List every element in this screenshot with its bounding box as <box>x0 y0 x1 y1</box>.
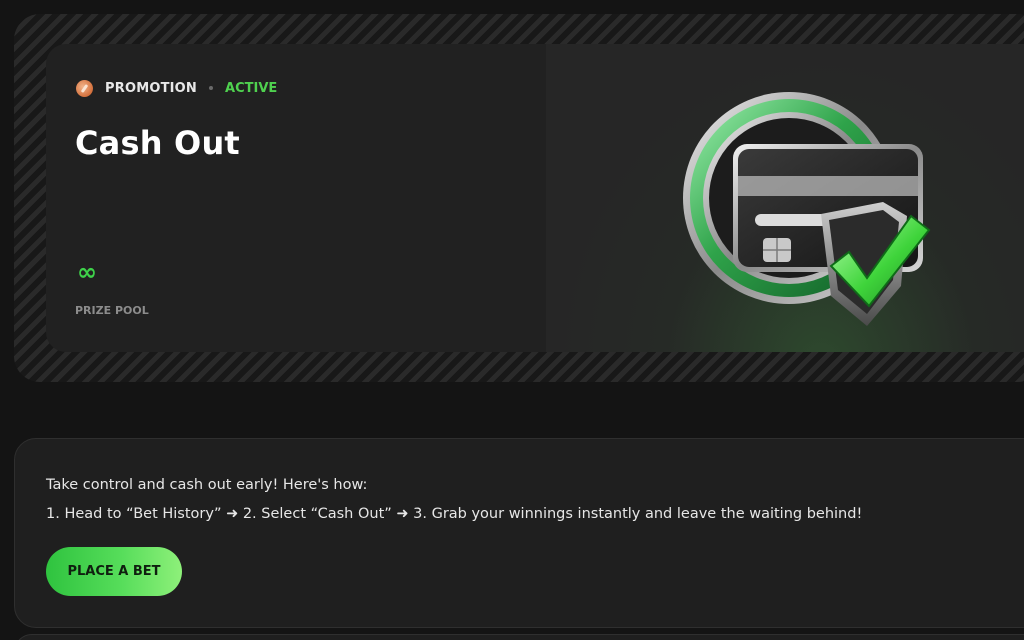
card-shield-check-icon <box>683 92 931 326</box>
promotion-image <box>546 44 1024 352</box>
promotion-banner: PROMOTION ACTIVE Cash Out ∞ PRIZE POOL <box>46 44 1024 352</box>
description-steps: 1. Head to “Bet History” ➜ 2. Select “Ca… <box>46 506 863 522</box>
prize-pool-value: ∞ <box>77 258 97 286</box>
promotion-icon <box>76 79 93 97</box>
promotion-category: PROMOTION <box>105 80 198 96</box>
page: PROMOTION ACTIVE Cash Out ∞ PRIZE POOL T… <box>0 0 1024 640</box>
promotion-details: Take control and cash out early! Here's … <box>14 438 1024 628</box>
description-intro: Take control and cash out early! Here's … <box>46 477 368 493</box>
status-badge: ACTIVE <box>225 80 278 96</box>
place-bet-button[interactable]: PLACE A BET <box>46 547 182 596</box>
next-card <box>14 634 1024 640</box>
page-title: Cash Out <box>75 124 240 162</box>
prize-pool-label: PRIZE POOL <box>75 304 149 317</box>
separator-dot <box>209 86 214 90</box>
promotion-meta: PROMOTION ACTIVE <box>76 79 277 97</box>
